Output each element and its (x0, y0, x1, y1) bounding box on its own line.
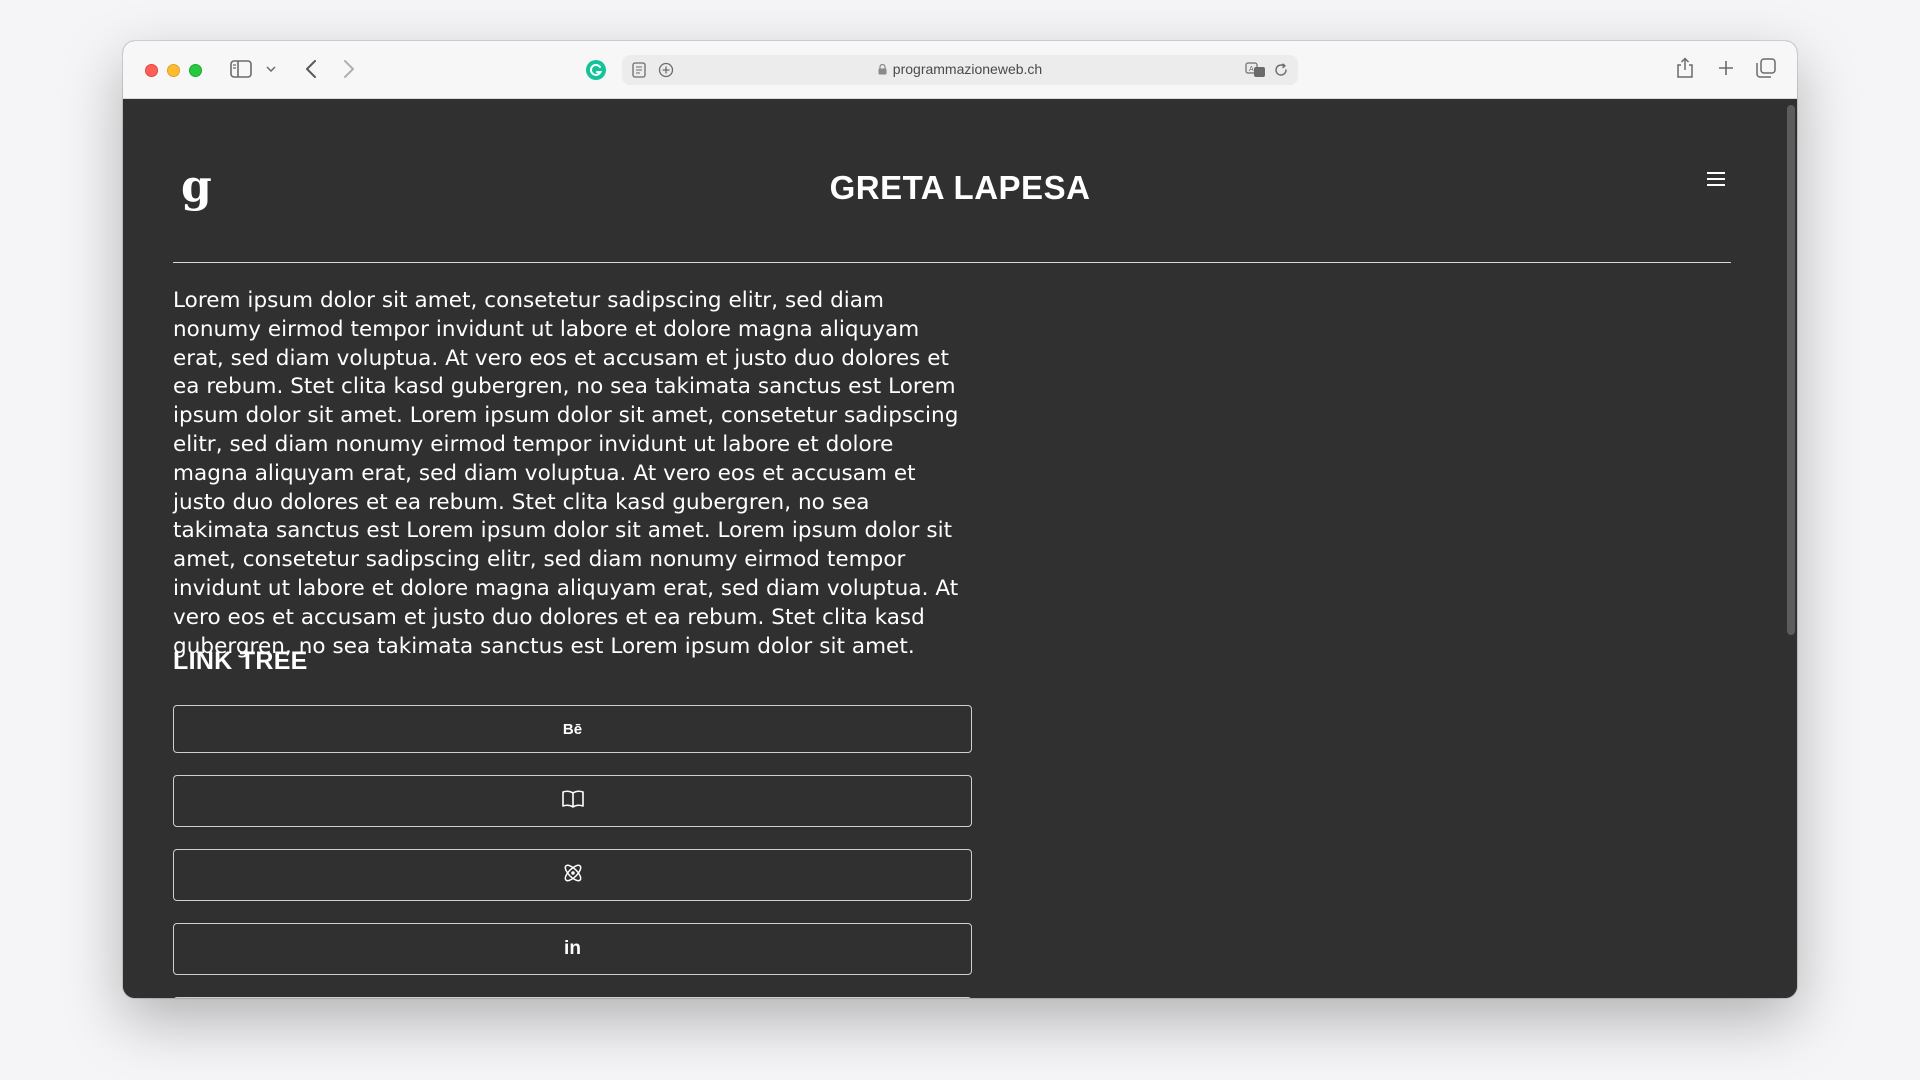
browser-toolbar: programmazioneweb.ch A (123, 41, 1797, 99)
grammarly-icon[interactable] (584, 58, 608, 82)
behance-icon: Bē (562, 720, 583, 738)
header-divider (173, 262, 1731, 263)
lock-icon (878, 62, 887, 75)
translate-icon[interactable]: A (1244, 60, 1268, 80)
hamburger-icon[interactable] (1705, 169, 1727, 189)
atom-icon (561, 861, 585, 889)
url-text: programmazioneweb.ch (892, 61, 1043, 77)
chevron-right-icon[interactable] (339, 57, 359, 81)
link-tree-heading: LINK TREE (173, 647, 308, 675)
chevron-left-icon[interactable] (301, 57, 321, 81)
minimize-window-button[interactable] (167, 64, 180, 77)
intro-paragraph: Lorem ipsum dolor sit amet, consetetur s… (173, 288, 959, 659)
sidebar-icon[interactable] (229, 59, 253, 79)
tabs-overview-icon[interactable] (1755, 57, 1777, 79)
plus-icon[interactable] (1715, 57, 1737, 79)
book-link-button[interactable] (173, 775, 972, 827)
share-icon[interactable] (1674, 54, 1696, 82)
linkedin-icon: in (564, 938, 581, 959)
web-page: g GRETA LAPESA Lorem ipsum dolor sit ame… (123, 99, 1797, 998)
behance-link-button[interactable]: Bē (173, 705, 972, 753)
address-bar[interactable]: programmazioneweb.ch A (622, 55, 1298, 85)
zoom-window-button[interactable] (189, 64, 202, 77)
browser-window: programmazioneweb.ch A g GRETA LAPESA Lo… (123, 41, 1797, 998)
svg-text:A: A (1249, 66, 1254, 73)
url-field[interactable]: programmazioneweb.ch (622, 61, 1298, 77)
close-window-button[interactable] (145, 64, 158, 77)
linkedin-link-button[interactable]: in (173, 923, 972, 975)
book-icon (561, 789, 585, 813)
site-title: GRETA LAPESA (829, 169, 1091, 206)
link-button[interactable] (173, 997, 972, 998)
chevron-down-icon[interactable] (265, 61, 277, 77)
reload-icon[interactable] (1272, 61, 1290, 79)
atom-link-button[interactable] (173, 849, 972, 901)
